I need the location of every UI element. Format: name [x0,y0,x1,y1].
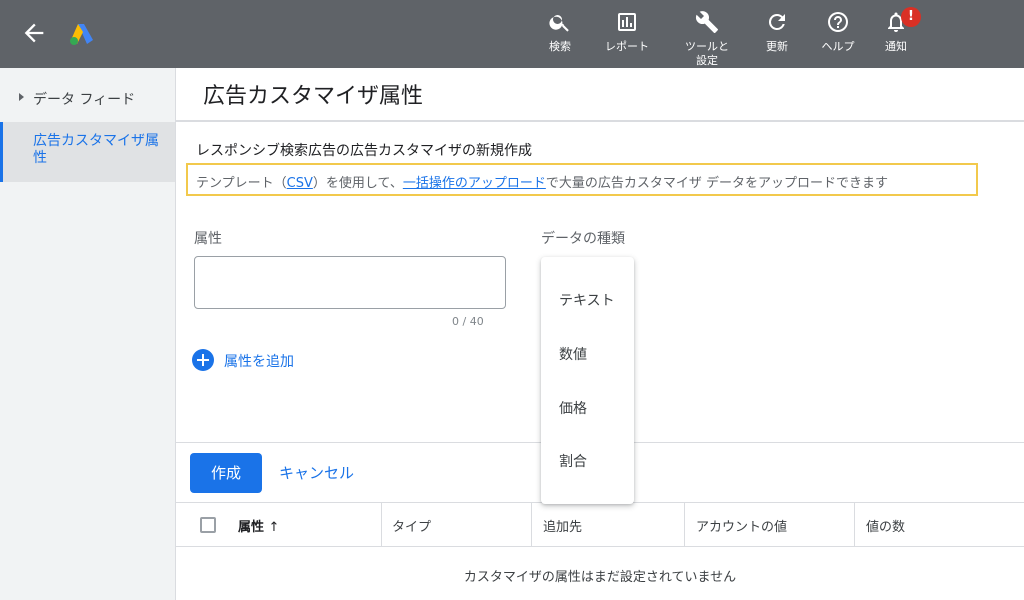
back-arrow-icon[interactable] [20,19,48,47]
column-header-added-to[interactable]: 追加先 [543,516,582,535]
sidebar-item-label: データ フィード [33,92,136,108]
top-bar: 検索 レポート ツールと設定 更新 ヘルプ ! 通知 [0,0,1024,68]
attribute-label: 属性 [194,231,222,247]
notifications-label: 通知 [885,40,907,53]
page-title: 広告カスタマイザ属性 [203,84,424,109]
add-circle-icon [192,349,214,371]
sidebar-item-ad-customizer-attributes[interactable]: 広告カスタマイザ属性 [0,122,175,182]
refresh-icon [768,13,785,30]
data-type-dropdown: テキスト 数値 価格 割合 [541,257,634,504]
create-button[interactable]: 作成 [190,453,262,493]
bulk-upload-info: テンプレート（CSV）を使用して、一括操作のアップロードで大量の広告カスタマイザ… [186,163,978,196]
char-count: 0 / 40 [452,315,484,328]
google-ads-logo[interactable] [68,21,96,47]
column-header-attribute[interactable]: 属性 ↑ [238,516,279,535]
help-label: ヘルプ [821,40,855,53]
search-button[interactable]: 検索 [528,10,592,54]
wrench-icon [695,11,718,33]
option-number[interactable]: 数値 [559,344,587,364]
csv-template-link[interactable]: CSV [287,176,313,191]
report-label: レポート [605,40,649,53]
help-icon [828,12,848,32]
add-attribute-label: 属性を追加 [224,354,294,370]
info-text: で大量の広告カスタマイザ データをアップロードできます [545,176,888,191]
notification-badge: ! [901,7,921,27]
select-all-checkbox[interactable] [200,517,216,533]
bulk-upload-link[interactable]: 一括操作のアップロード [403,176,546,191]
column-separator [381,503,382,547]
sort-arrow-icon: ↑ [268,520,280,535]
sidebar-item-label: 広告カスタマイザ属性 [33,133,159,166]
info-text: テンプレート（ [196,176,287,191]
help-button[interactable]: ヘルプ [806,10,870,54]
column-separator [854,503,855,547]
info-text: ）を使用して、 [312,176,403,191]
expand-arrow-icon [19,93,24,101]
column-header-account-value[interactable]: アカウントの値 [696,516,787,535]
tools-settings-button[interactable]: ツールと設定 [675,10,739,68]
column-separator [684,503,685,547]
search-icon [549,15,569,32]
cancel-button[interactable]: キャンセル [279,462,354,483]
sidebar: データ フィード 広告カスタマイザ属性 [0,68,176,600]
tools-settings-label: ツールと設定 [685,40,729,67]
option-text[interactable]: テキスト [559,290,615,310]
refresh-label: 更新 [766,40,788,53]
divider [176,120,1024,122]
sidebar-item-data-feed[interactable]: データ フィード [0,82,175,116]
search-label: 検索 [549,40,571,53]
table-header: 属性 ↑ タイプ 追加先 アカウントの値 値の数 [176,502,1024,547]
section-title: レスポンシブ検索広告の広告カスタマイザの新規作成 [196,143,532,159]
column-separator [531,503,532,547]
option-percent[interactable]: 割合 [559,451,587,471]
refresh-button[interactable]: 更新 [745,10,809,54]
column-header-type[interactable]: タイプ [392,516,431,535]
report-icon [618,13,636,31]
column-header-value-count[interactable]: 値の数 [866,516,905,535]
option-price[interactable]: 価格 [559,398,587,418]
empty-table-message: カスタマイザの属性はまだ設定されていません [463,570,737,585]
report-button[interactable]: レポート [595,10,659,54]
data-type-label: データの種類 [541,231,625,247]
attribute-input[interactable] [194,256,506,309]
notifications-button[interactable]: ! 通知 [864,7,928,54]
